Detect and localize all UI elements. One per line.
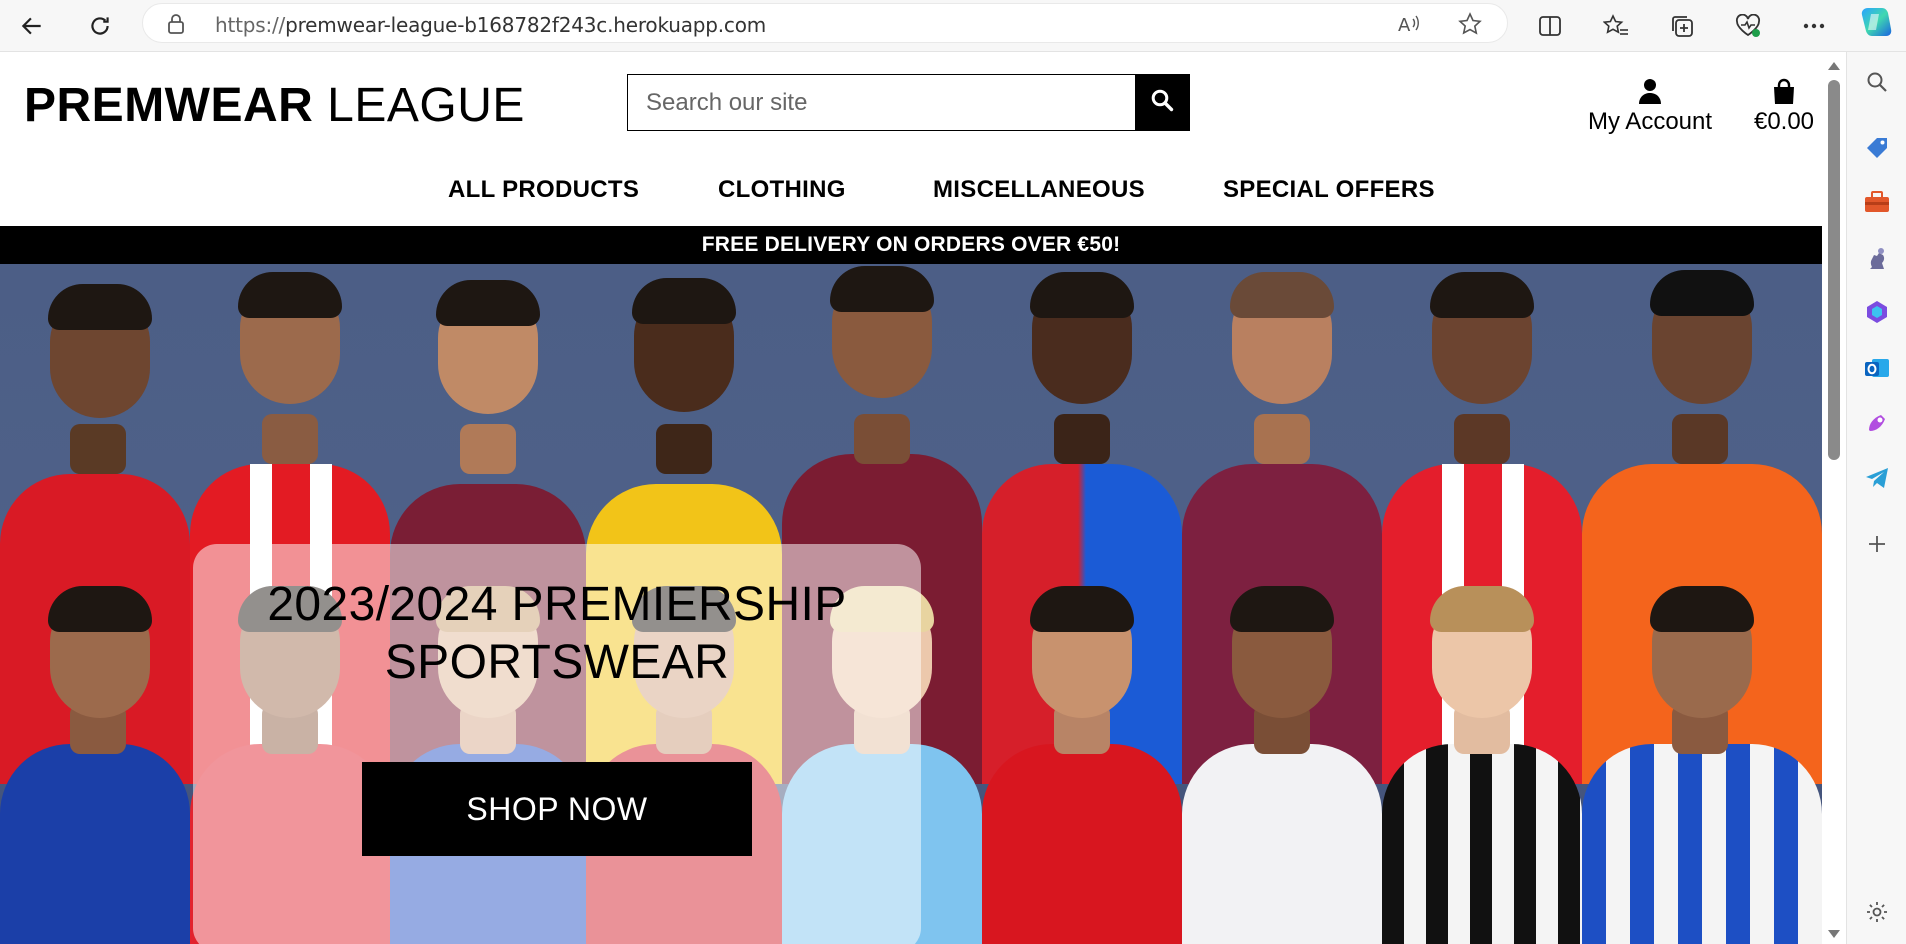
outlook-icon[interactable]	[1861, 352, 1893, 384]
shopping-bag-icon	[1734, 74, 1822, 104]
url-text[interactable]: https://premwear-league-b168782f243c.her…	[215, 13, 766, 37]
shopping-bag-link[interactable]: €0.00	[1734, 74, 1822, 136]
logo-light-text: LEAGUE	[327, 79, 525, 132]
main-navigation: ALL PRODUCTS CLOTHING MISCELLANEOUS SPEC…	[0, 170, 1822, 214]
nav-clothing[interactable]: CLOTHING	[718, 176, 846, 204]
settings-icon[interactable]	[1861, 896, 1893, 928]
add-icon[interactable]	[1861, 528, 1893, 560]
designer-icon[interactable]	[1861, 406, 1893, 438]
nav-special-offers[interactable]: SPECIAL OFFERS	[1223, 176, 1435, 204]
account-label: My Account	[1587, 108, 1713, 135]
player-figure	[982, 586, 1182, 944]
refresh-icon[interactable]	[82, 8, 118, 44]
copilot-icon[interactable]	[1858, 4, 1894, 40]
hero-headline: 2023/2024 PREMIERSHIP SPORTSWEAR	[193, 576, 921, 692]
hero-headline-line2: SPORTSWEAR	[384, 636, 730, 689]
search-icon[interactable]	[1861, 66, 1893, 98]
hero-card: 2023/2024 PREMIERSHIP SPORTSWEAR SHOP NO…	[193, 544, 921, 944]
favorite-star-icon[interactable]	[1458, 12, 1482, 36]
read-aloud-icon[interactable]: A	[1397, 12, 1421, 36]
site-search	[627, 74, 1190, 131]
player-figure	[1382, 586, 1582, 944]
user-icon	[1584, 74, 1716, 104]
lock-icon[interactable]	[167, 14, 185, 39]
scroll-up-arrow-icon[interactable]	[1828, 62, 1840, 70]
split-screen-icon[interactable]	[1532, 8, 1568, 44]
browser-toolbar: https://premwear-league-b168782f243c.her…	[0, 0, 1906, 52]
search-input[interactable]	[628, 75, 1135, 130]
shopping-tag-icon[interactable]	[1861, 132, 1893, 164]
search-button[interactable]	[1135, 75, 1189, 130]
hero-section: 2023/2024 PREMIERSHIP SPORTSWEAR SHOP NO…	[0, 264, 1822, 944]
bag-total: €0.00	[1753, 108, 1815, 135]
svg-text:A: A	[1398, 15, 1411, 35]
tools-icon[interactable]	[1861, 186, 1893, 218]
web-page: PREMWEAR LEAGUE My Account €0.00 ALL PRO…	[0, 52, 1822, 944]
favorites-icon[interactable]	[1598, 8, 1634, 44]
microsoft-365-icon[interactable]	[1861, 296, 1893, 328]
collections-icon[interactable]	[1664, 8, 1700, 44]
account-link[interactable]: My Account	[1584, 74, 1716, 136]
nav-all-products[interactable]: ALL PRODUCTS	[448, 176, 639, 204]
search-icon	[1150, 88, 1174, 117]
promo-banner: FREE DELIVERY ON ORDERS OVER €50!	[0, 226, 1822, 264]
scroll-down-arrow-icon[interactable]	[1828, 930, 1840, 938]
logo-bold-text: PREMWEAR	[24, 79, 314, 132]
more-icon[interactable]	[1796, 8, 1832, 44]
site-logo[interactable]: PREMWEAR LEAGUE	[24, 78, 525, 133]
games-icon[interactable]	[1861, 242, 1893, 274]
browser-essentials-icon[interactable]	[1730, 8, 1766, 44]
player-figure	[1582, 586, 1822, 944]
back-icon[interactable]	[14, 8, 50, 44]
telegram-icon[interactable]	[1861, 462, 1893, 494]
address-bar[interactable]: https://premwear-league-b168782f243c.her…	[142, 3, 1508, 43]
hero-headline-line1: 2023/2024 PREMIERSHIP	[267, 578, 847, 631]
shop-now-button[interactable]: SHOP NOW	[362, 762, 752, 856]
player-figure	[0, 586, 190, 944]
browser-sidebar	[1846, 52, 1906, 944]
nav-miscellaneous[interactable]: MISCELLANEOUS	[933, 176, 1145, 204]
scrollbar-thumb[interactable]	[1828, 80, 1840, 460]
player-figure	[1182, 586, 1382, 944]
page-scrollbar[interactable]	[1822, 52, 1846, 944]
